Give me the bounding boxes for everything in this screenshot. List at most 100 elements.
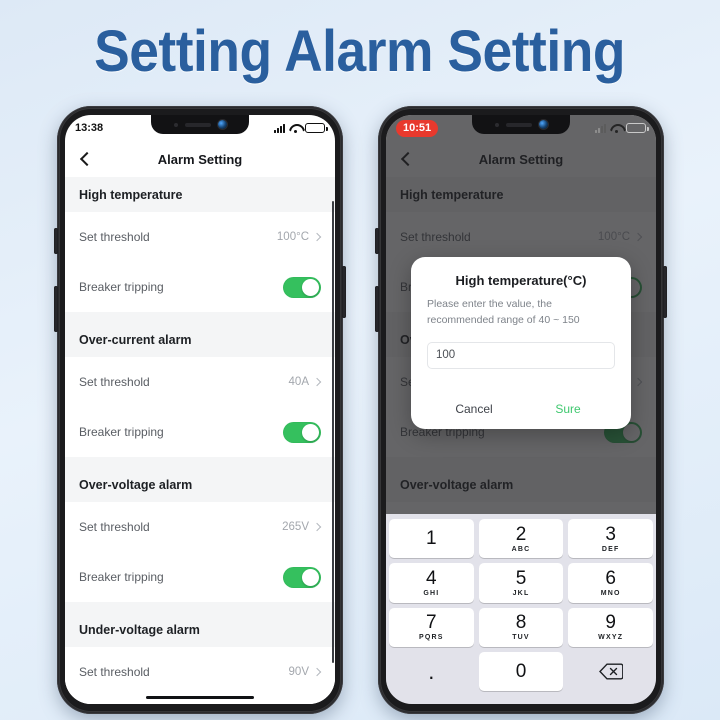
key-backspace[interactable]	[568, 652, 653, 691]
home-indicator	[146, 695, 254, 699]
key-2[interactable]: 2 ABC	[478, 519, 564, 559]
key-5[interactable]: 5 JKL	[478, 563, 564, 603]
earpiece-speaker-icon	[505, 122, 532, 127]
breaker-tripping-toggle[interactable]	[283, 566, 321, 588]
key-number: 3	[605, 523, 616, 545]
key-number: 2	[515, 523, 527, 545]
key-4[interactable]: 4 GHI	[389, 563, 474, 603]
threshold-input-dialog: High temperature(°C) Please enter the va…	[411, 257, 631, 429]
key-number: 0	[515, 660, 527, 682]
phone-power-button	[663, 266, 667, 318]
phone-volume-button	[375, 286, 379, 332]
phone-side-button	[54, 228, 58, 254]
breaker-tripping-toggle[interactable]	[283, 421, 321, 443]
row-label: Breaker tripping	[79, 425, 164, 439]
keypad-row: . 0	[389, 651, 653, 691]
proximity-sensor-icon	[494, 122, 499, 127]
phone-notch	[151, 115, 249, 134]
chevron-right-icon	[314, 234, 321, 241]
row-label: Breaker tripping	[79, 280, 164, 294]
row-value: 100°C	[277, 231, 321, 243]
row-label: Set threshold	[79, 520, 150, 534]
keypad-row: 4 GHI 5 JKL 6 MNO	[389, 563, 654, 603]
status-icons	[595, 123, 649, 133]
key-number: 4	[426, 567, 437, 589]
key-letters: GHI	[423, 589, 440, 597]
page-title: Setting Alarm Setting	[94, 18, 626, 84]
key-number: 6	[605, 567, 616, 589]
key-9[interactable]: 9 WXYZ	[568, 607, 654, 647]
section-divider	[65, 312, 335, 322]
front-camera-icon	[217, 120, 227, 129]
chevron-left-icon[interactable]	[77, 151, 93, 167]
section-divider	[65, 602, 335, 612]
key-number: 8	[515, 612, 527, 634]
key-number: 7	[426, 612, 437, 634]
threshold-value: 100°C	[276, 231, 309, 243]
table-row[interactable]: Set threshold 90V	[65, 647, 335, 697]
wifi-icon	[610, 124, 622, 133]
key-letters: JKL	[512, 589, 530, 597]
numeric-keypad: 1 2 ABC 3 DEF 4 GHI 5 JKL 6 MNO 7 PQRS 8…	[386, 514, 656, 704]
key-decimal-point[interactable]: .	[389, 652, 474, 691]
threshold-input[interactable]: 100	[427, 341, 615, 369]
phone-power-button	[342, 266, 346, 318]
battery-full-icon	[305, 123, 328, 133]
key-7[interactable]: 7 PQRS	[389, 607, 474, 647]
key-letters: DEF	[601, 545, 620, 553]
cancel-button[interactable]: Cancel	[427, 391, 521, 429]
phone-volume-button	[54, 286, 58, 332]
key-8[interactable]: 8 TUV	[478, 607, 564, 647]
row-label: Breaker tripping	[79, 570, 164, 584]
section-header: High temperature	[65, 177, 335, 212]
row-value: 40A	[289, 376, 321, 388]
row-label: Set threshold	[79, 665, 150, 679]
row-label: Set threshold	[79, 375, 150, 389]
table-row[interactable]: Set threshold 265V	[65, 502, 335, 552]
key-6[interactable]: 6 MNO	[568, 563, 654, 603]
threshold-value: 265V	[282, 521, 309, 533]
key-3[interactable]: 3 DEF	[568, 519, 654, 559]
chevron-right-icon	[314, 669, 321, 676]
phone-screen-left: 13:38 Alarm Setting High temperature Set…	[65, 115, 335, 704]
backspace-icon	[598, 663, 623, 680]
keypad-row: 1 2 ABC 3 DEF	[389, 519, 654, 559]
row-value: 90V	[289, 666, 321, 678]
key-number: .	[428, 658, 435, 684]
wifi-icon	[289, 124, 301, 133]
key-number: 9	[605, 612, 616, 634]
key-letters: ABC	[511, 545, 531, 553]
key-1[interactable]: 1	[389, 519, 474, 559]
key-letters: MNO	[600, 589, 621, 597]
chevron-right-icon	[314, 379, 321, 386]
status-clock: 13:38	[75, 122, 104, 134]
earpiece-speaker-icon	[184, 122, 211, 127]
app-title: Alarm Setting	[157, 151, 243, 167]
table-row[interactable]: Set threshold 100°C	[65, 212, 335, 262]
status-icons	[274, 123, 328, 133]
key-letters: TUV	[512, 634, 530, 642]
confirm-button[interactable]: Sure	[521, 391, 615, 429]
breaker-tripping-toggle[interactable]	[283, 276, 321, 298]
phone-notch	[472, 115, 570, 134]
dialog-subtitle: Please enter the value, the recommended …	[427, 298, 580, 326]
banner: Setting Alarm Setting	[0, 8, 720, 94]
key-number: 5	[515, 567, 527, 589]
phone-mockup-right: 10:51 Alarm Setting High temperature Set…	[375, 106, 667, 714]
section-header: Over-current alarm	[65, 322, 335, 357]
phone-screen-right: 10:51 Alarm Setting High temperature Set…	[386, 115, 656, 704]
status-clock-badge: 10:51	[396, 119, 439, 137]
key-0[interactable]: 0	[478, 651, 564, 691]
threshold-value: 90V	[288, 666, 309, 678]
chevron-right-icon	[314, 524, 321, 531]
proximity-sensor-icon	[173, 122, 178, 127]
table-row[interactable]: Breaker tripping	[65, 552, 335, 602]
row-label: Set threshold	[79, 230, 150, 244]
table-row[interactable]: Breaker tripping	[65, 262, 335, 312]
section-header: Under-voltage alarm	[65, 612, 335, 647]
table-row[interactable]: Breaker tripping	[65, 407, 335, 457]
key-number: 1	[426, 528, 437, 550]
table-row[interactable]: Set threshold 40A	[65, 357, 335, 407]
scrollbar[interactable]	[331, 201, 334, 663]
alarm-settings-list: High temperature Set threshold 100°C Bre…	[65, 177, 335, 704]
